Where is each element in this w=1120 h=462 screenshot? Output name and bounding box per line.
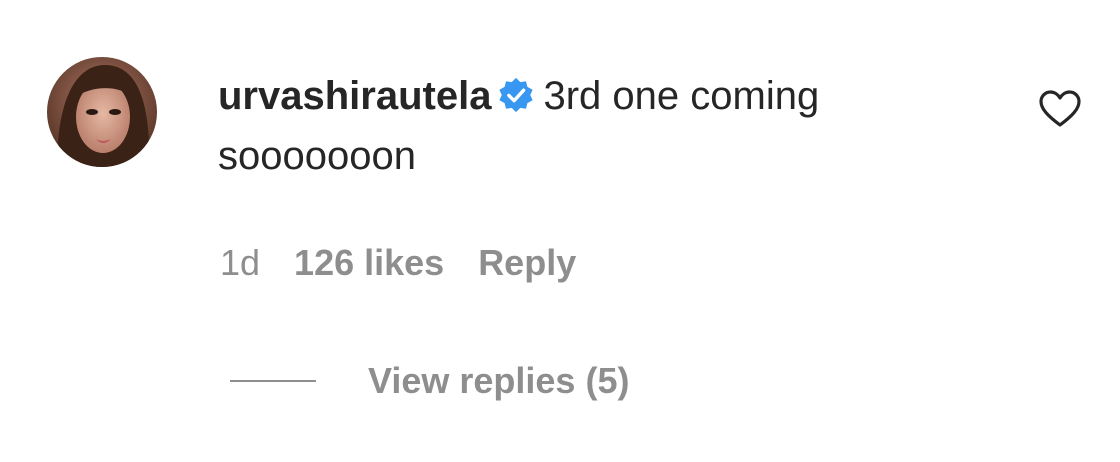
reply-button[interactable]: Reply [478,242,576,283]
view-replies-button[interactable]: View replies (5) [230,356,629,406]
like-button[interactable] [1038,89,1082,129]
comment-meta: 1d 126 likes Reply [220,238,610,288]
username-link[interactable]: urvashirautela [218,74,491,118]
replies-divider-line [230,380,316,382]
verified-badge-icon [499,77,534,113]
avatar-image [47,57,157,167]
comment-item: urvashirautela 3rd one coming sooooooon 1… [0,0,1120,462]
heart-outline-icon [1039,90,1081,127]
likes-count[interactable]: 126 likes [294,242,444,283]
comment-timestamp[interactable]: 1d [220,242,260,283]
avatar[interactable] [47,57,157,167]
view-replies-label: View replies (5) [368,360,630,401]
comment-text: urvashirautela 3rd one coming sooooooon [218,66,978,186]
